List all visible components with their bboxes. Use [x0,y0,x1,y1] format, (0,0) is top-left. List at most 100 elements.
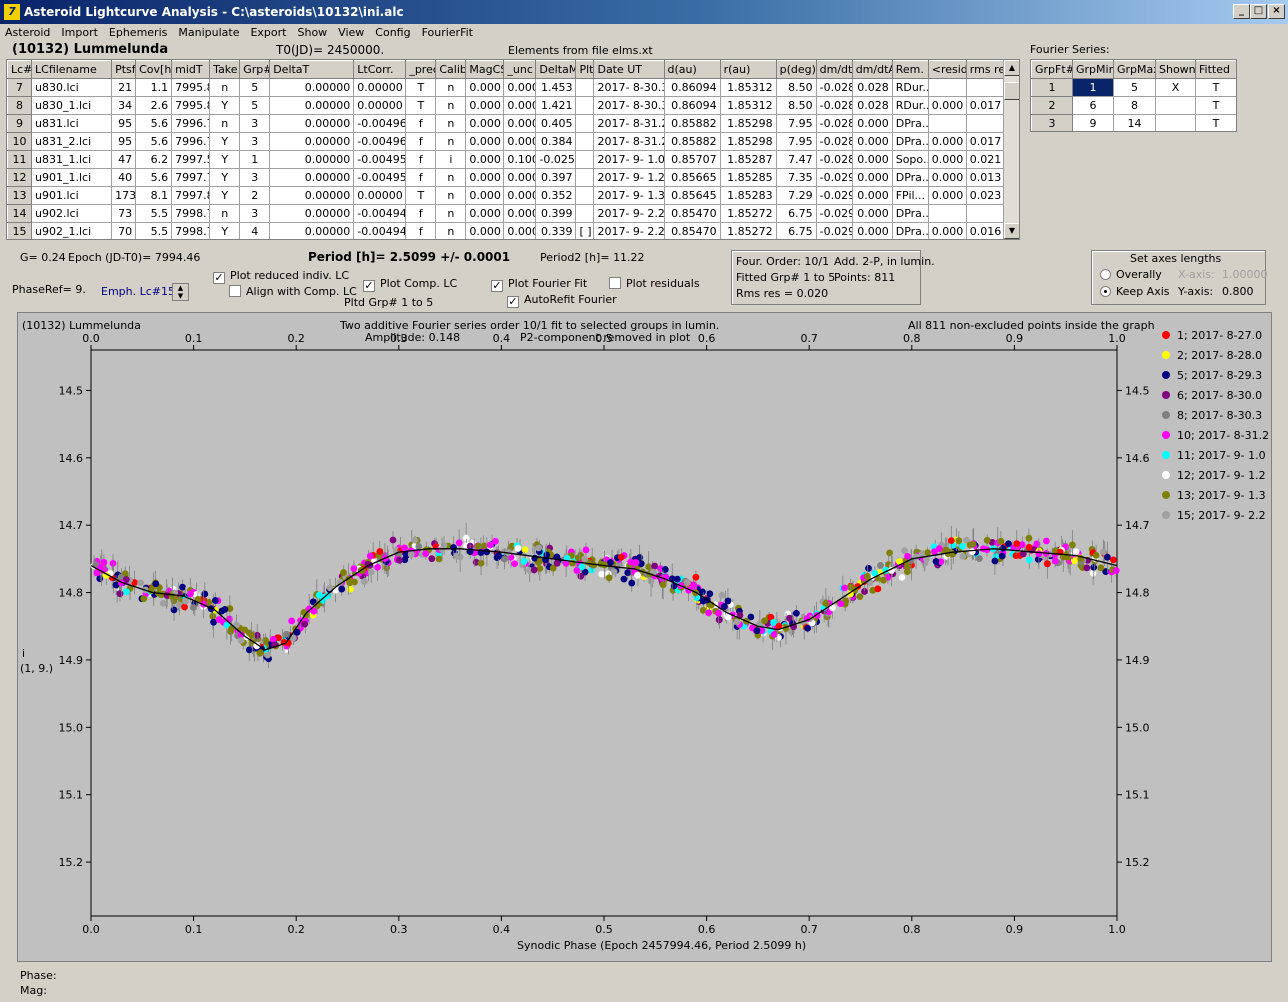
data-point [340,569,347,576]
x-tick-label-bottom: 0.1 [185,923,203,936]
legend-label: 8; 2017- 8-30.3 [1177,408,1263,422]
data-point [924,549,932,557]
x-tick-label-top: 0.1 [185,332,203,345]
data-point [975,555,983,562]
legend-label: 2; 2017- 8-28.0 [1177,348,1263,362]
data-point [283,630,290,638]
legend-label: 1; 2017- 8-27.0 [1177,328,1263,342]
data-point [415,542,423,550]
data-point [1083,564,1091,572]
x-tick-label-bottom: 0.6 [698,923,716,936]
data-point [837,600,845,608]
legend-entry: 1; 2017- 8-27.0 [1162,325,1269,345]
data-point [530,566,538,574]
data-point [969,540,977,548]
data-point [904,552,911,560]
data-point [624,569,632,577]
data-point [1092,551,1100,559]
data-point [367,568,375,576]
legend-label: 12; 2017- 9- 1.2 [1177,468,1266,482]
legend-marker-icon [1162,371,1170,379]
y-tick-label-left: 14.9 [59,654,84,667]
x-tick-label-top: 0.9 [1006,332,1024,345]
data-point [360,578,368,585]
data-point [864,573,871,580]
data-point [152,580,160,588]
y-tick-label-left: 15.2 [59,856,84,869]
data-point [968,548,976,556]
data-point [880,576,887,584]
data-point [511,560,519,568]
data-point [581,555,589,563]
data-point [201,590,209,598]
data-point [998,552,1006,560]
data-point [627,558,635,566]
data-point [411,536,418,544]
x-tick-label-bottom: 0.7 [800,923,818,936]
data-point [598,570,606,578]
y-tick-label-left: 14.7 [59,519,84,532]
data-point [1089,569,1097,577]
data-point [407,551,415,558]
data-point [535,544,542,552]
data-point [651,562,659,570]
x-tick-label-top: 0.4 [493,332,511,345]
y-tick-label-right: 14.7 [1125,519,1150,532]
legend-entry: 8; 2017- 8-30.3 [1162,405,1269,425]
data-point [100,558,108,566]
data-point [865,564,872,572]
x-tick-label-bottom: 0.2 [287,923,305,936]
data-point [582,546,590,554]
legend-label: 11; 2017- 9- 1.0 [1177,448,1266,462]
status-mag: Mag: [20,984,47,997]
data-point [514,544,522,552]
y-tick-label-right: 14.8 [1125,587,1150,600]
data-point [450,544,457,551]
legend-marker-icon [1162,391,1170,399]
data-point [659,581,667,589]
legend-marker-icon [1162,511,1170,519]
x-tick-label-top: 0.2 [287,332,305,345]
data-point [315,591,323,599]
chart-legend: 1; 2017- 8-27.0 2; 2017- 8-28.0 5; 2017- 8… [1162,325,1269,525]
data-point [705,609,713,617]
data-point [1097,564,1105,572]
data-point [428,555,436,563]
data-point [264,651,271,659]
legend-marker-icon [1162,471,1170,479]
data-point [483,548,491,556]
data-point [1110,556,1117,564]
legend-entry: 15; 2017- 9- 2.2 [1162,505,1269,525]
chart-subtitle: Amplitude: 0.148 [365,331,461,344]
data-point [733,618,741,626]
data-point [1043,560,1051,568]
data-point [683,579,691,587]
lightcurve-chart[interactable]: 0.00.00.10.10.20.20.30.30.40.40.50.50.60… [0,0,1288,1002]
data-point [215,616,223,623]
legend-marker-icon [1162,351,1170,359]
legend-marker-icon [1162,431,1170,439]
data-point [248,631,255,639]
data-point [1072,548,1080,556]
chart-note: P2-component removed in plot [520,331,691,344]
chart-left-label: (10132) Lummelunda [22,319,141,332]
data-point [389,536,397,544]
x-tick-label-top: 0.8 [903,332,921,345]
data-point [288,617,296,625]
data-point [856,593,864,601]
y-axis-subtitle: (1, 9.) [20,662,54,675]
data-point [983,536,991,544]
data-point [999,544,1007,552]
data-point [347,585,354,593]
data-point [841,584,848,592]
y-tick-label-right: 15.0 [1125,721,1150,734]
data-point [521,546,529,554]
y-tick-label-left: 14.8 [59,587,84,600]
data-point [1052,557,1059,565]
data-point [159,599,167,607]
legend-marker-icon [1162,411,1170,419]
data-point [577,572,585,580]
legend-marker-icon [1162,491,1170,499]
legend-entry: 2; 2017- 8-28.0 [1162,345,1269,365]
data-point [221,605,229,613]
